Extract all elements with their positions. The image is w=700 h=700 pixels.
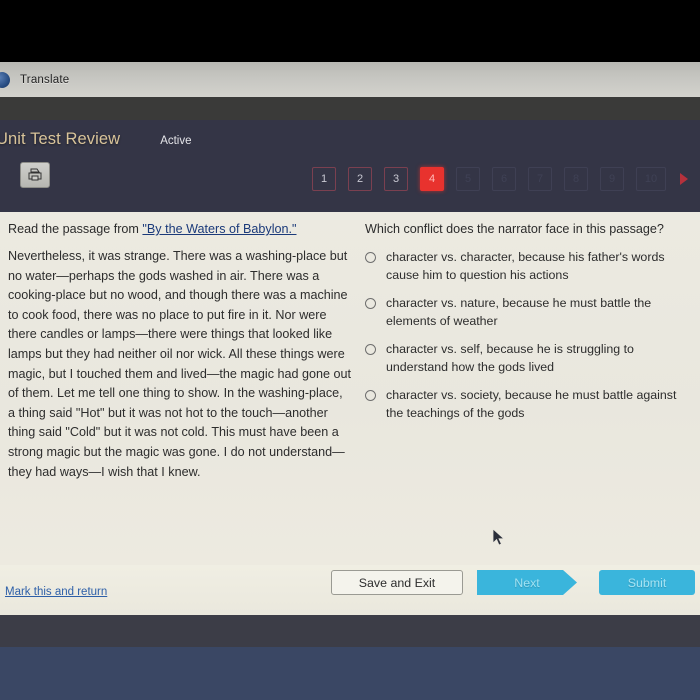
question-panel: Which conflict does the narrator face in… [365, 222, 695, 433]
pager-question-7[interactable]: 7 [528, 167, 552, 191]
pager-question-6[interactable]: 6 [492, 167, 516, 191]
radio-button-icon[interactable] [365, 344, 376, 355]
passage-prompt: Read the passage from "By the Waters of … [8, 222, 353, 236]
assessment-header: Unit Test Review Active [0, 120, 700, 212]
pager-question-2[interactable]: 2 [348, 167, 372, 191]
answer-choice-3-label: character vs. self, because he is strugg… [386, 342, 634, 374]
radio-button-icon[interactable] [365, 298, 376, 309]
pager-question-4[interactable]: 4 [420, 167, 444, 191]
radio-button-icon[interactable] [365, 390, 376, 401]
assessment-title-row: Unit Test Review Active [0, 130, 192, 149]
answer-choice-2-label: character vs. nature, because he must ba… [386, 296, 652, 328]
translate-globe-icon [0, 71, 10, 88]
radio-button-icon[interactable] [365, 252, 376, 263]
question-stem: Which conflict does the narrator face in… [365, 222, 664, 236]
pager-question-8[interactable]: 8 [564, 167, 588, 191]
save-and-exit-button[interactable]: Save and Exit [331, 570, 463, 595]
print-button[interactable] [20, 162, 50, 188]
next-button[interactable]: Next [477, 570, 577, 595]
assessment-content: Read the passage from "By the Waters of … [0, 212, 700, 565]
pager-question-3[interactable]: 3 [384, 167, 408, 191]
pager-question-9[interactable]: 9 [600, 167, 624, 191]
screen-photo: Translate Unit Test Review Active 1 2 3 … [0, 0, 700, 700]
pager-question-10[interactable]: 10 [636, 167, 666, 191]
browser-toolbar: Translate [0, 62, 700, 97]
page-background-gap [0, 97, 700, 120]
translate-label[interactable]: Translate [20, 74, 69, 86]
passage-source-link[interactable]: "By the Waters of Babylon." [142, 222, 296, 236]
answer-choice-1[interactable]: character vs. character, because his fat… [365, 249, 695, 284]
status-badge: Active [160, 135, 192, 147]
answer-choice-4-label: character vs. society, because he must b… [386, 388, 677, 420]
monitor-bezel-top [0, 0, 700, 62]
question-pager[interactable]: 1 2 3 4 5 6 7 8 9 10 [312, 167, 688, 191]
window-bottom-edge [0, 615, 700, 647]
mark-and-return-link[interactable]: Mark this and return [5, 586, 107, 598]
pager-next-chevron-right-icon[interactable] [680, 173, 688, 185]
answer-choice-3[interactable]: character vs. self, because he is strugg… [365, 341, 695, 376]
printer-icon [28, 168, 42, 181]
pager-question-5[interactable]: 5 [456, 167, 480, 191]
taskbar-shelf [0, 647, 700, 700]
answer-choice-1-label: character vs. character, because his fat… [386, 250, 665, 282]
page-title: Unit Test Review [0, 130, 121, 148]
passage-prompt-prefix: Read the passage from [8, 222, 143, 236]
answer-choice-4[interactable]: character vs. society, because he must b… [365, 387, 695, 422]
submit-button[interactable]: Submit [599, 570, 695, 595]
pager-question-1[interactable]: 1 [312, 167, 336, 191]
passage-body: Nevertheless, it was strange. There was … [8, 249, 352, 479]
answer-choice-2[interactable]: character vs. nature, because he must ba… [365, 295, 695, 330]
passage-panel: Read the passage from "By the Waters of … [8, 222, 353, 482]
mouse-pointer-icon [492, 528, 506, 546]
